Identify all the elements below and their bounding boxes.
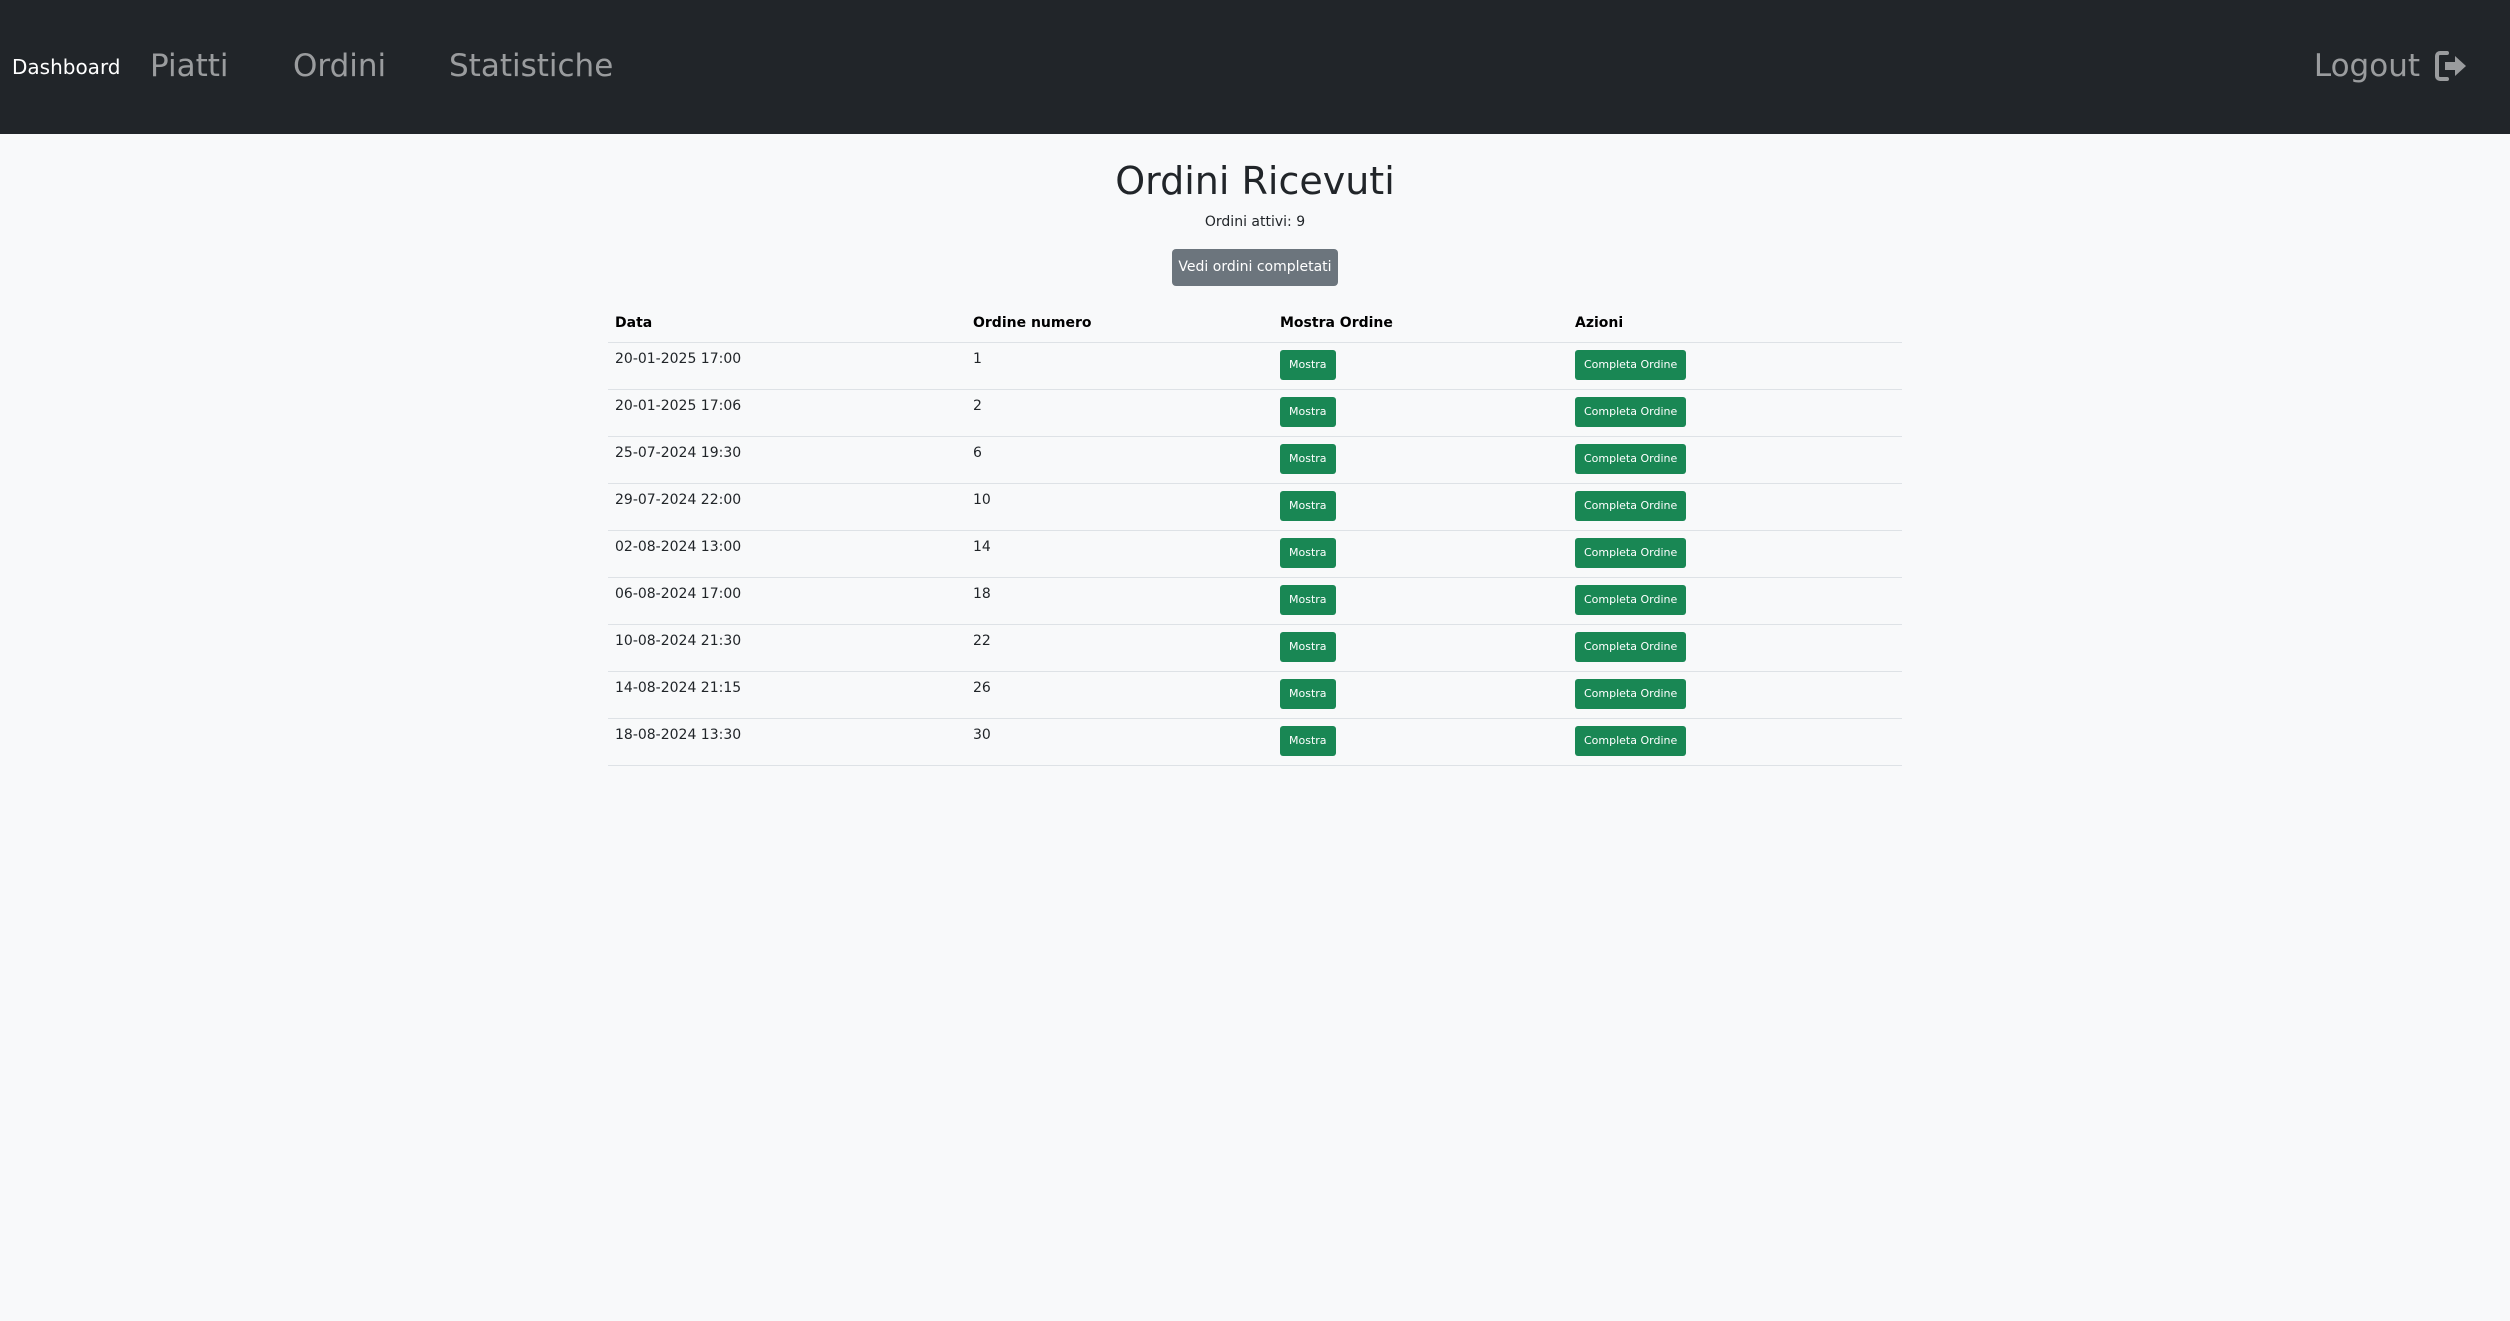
show-order-button[interactable]: Mostra [1280,443,1336,474]
order-number: 2 [966,389,1273,437]
complete-order-button[interactable]: Completa Ordine [1575,678,1687,709]
order-date: 18-08-2024 13:30 [608,718,966,766]
top-navbar: Dashboard Piatti Ordini Statistiche Logo… [0,0,2510,134]
nav-link-statistiche[interactable]: Statistiche [449,45,613,87]
order-number: 18 [966,577,1273,625]
show-order-button[interactable]: Mostra [1280,584,1336,615]
order-date: 06-08-2024 17:00 [608,577,966,625]
show-order-button[interactable]: Mostra [1280,537,1336,568]
order-number: 30 [966,718,1273,766]
order-number: 6 [966,436,1273,484]
complete-order-button[interactable]: Completa Ordine [1575,631,1687,662]
complete-order-button[interactable]: Completa Ordine [1575,396,1687,427]
show-order-button[interactable]: Mostra [1280,725,1336,756]
order-number: 10 [966,483,1273,531]
table-row: 20-01-2025 17:06 2 Mostra Completa Ordin… [608,389,1902,437]
show-order-button[interactable]: Mostra [1280,349,1336,380]
table-row: 02-08-2024 13:00 14 Mostra Completa Ordi… [608,530,1902,578]
orders-table: Data Ordine numero Mostra Ordine Azioni … [608,304,1902,766]
complete-order-button[interactable]: Completa Ordine [1575,725,1687,756]
order-number: 14 [966,530,1273,578]
table-header-row: Data Ordine numero Mostra Ordine Azioni [608,304,1902,343]
order-number: 1 [966,342,1273,390]
nav-link-ordini[interactable]: Ordini [293,45,386,87]
table-row: 18-08-2024 13:30 30 Mostra Completa Ordi… [608,718,1902,766]
nav-brand-dashboard[interactable]: Dashboard [12,54,121,80]
active-orders-count: Ordini attivi: 9 [1204,214,1306,230]
header-ordine-numero: Ordine numero [966,304,1273,343]
logout-button[interactable]: Logout [2314,45,2468,87]
complete-order-button[interactable]: Completa Ordine [1575,349,1687,380]
table-row: 20-01-2025 17:00 1 Mostra Completa Ordin… [608,342,1902,390]
page-title: Ordini Ricevuti [1115,159,1395,203]
complete-order-button[interactable]: Completa Ordine [1575,490,1687,521]
order-date: 10-08-2024 21:30 [608,624,966,672]
table-row: 10-08-2024 21:30 22 Mostra Completa Ordi… [608,624,1902,672]
complete-order-button[interactable]: Completa Ordine [1575,443,1687,474]
show-order-button[interactable]: Mostra [1280,678,1336,709]
complete-order-button[interactable]: Completa Ordine [1575,584,1687,615]
show-order-button[interactable]: Mostra [1280,396,1336,427]
order-date: 14-08-2024 21:15 [608,671,966,719]
view-completed-orders-button[interactable]: Vedi ordini completati [1172,249,1338,286]
table-row: 29-07-2024 22:00 10 Mostra Completa Ordi… [608,483,1902,531]
table-row: 06-08-2024 17:00 18 Mostra Completa Ordi… [608,577,1902,625]
show-order-button[interactable]: Mostra [1280,490,1336,521]
table-row: 14-08-2024 21:15 26 Mostra Completa Ordi… [608,671,1902,719]
logout-label: Logout [2313,48,2420,84]
logout-icon [2434,50,2468,82]
order-number: 26 [966,671,1273,719]
complete-order-button[interactable]: Completa Ordine [1575,537,1687,568]
table-row: 25-07-2024 19:30 6 Mostra Completa Ordin… [608,436,1902,484]
order-date: 20-01-2025 17:06 [608,389,966,437]
show-order-button[interactable]: Mostra [1280,631,1336,662]
header-data: Data [608,304,966,343]
order-date: 29-07-2024 22:00 [608,483,966,531]
header-azioni: Azioni [1568,304,1902,343]
order-date: 20-01-2025 17:00 [608,342,966,390]
nav-link-piatti[interactable]: Piatti [150,45,229,87]
order-date: 25-07-2024 19:30 [608,436,966,484]
order-date: 02-08-2024 13:00 [608,530,966,578]
header-mostra-ordine: Mostra Ordine [1273,304,1568,343]
order-number: 22 [966,624,1273,672]
